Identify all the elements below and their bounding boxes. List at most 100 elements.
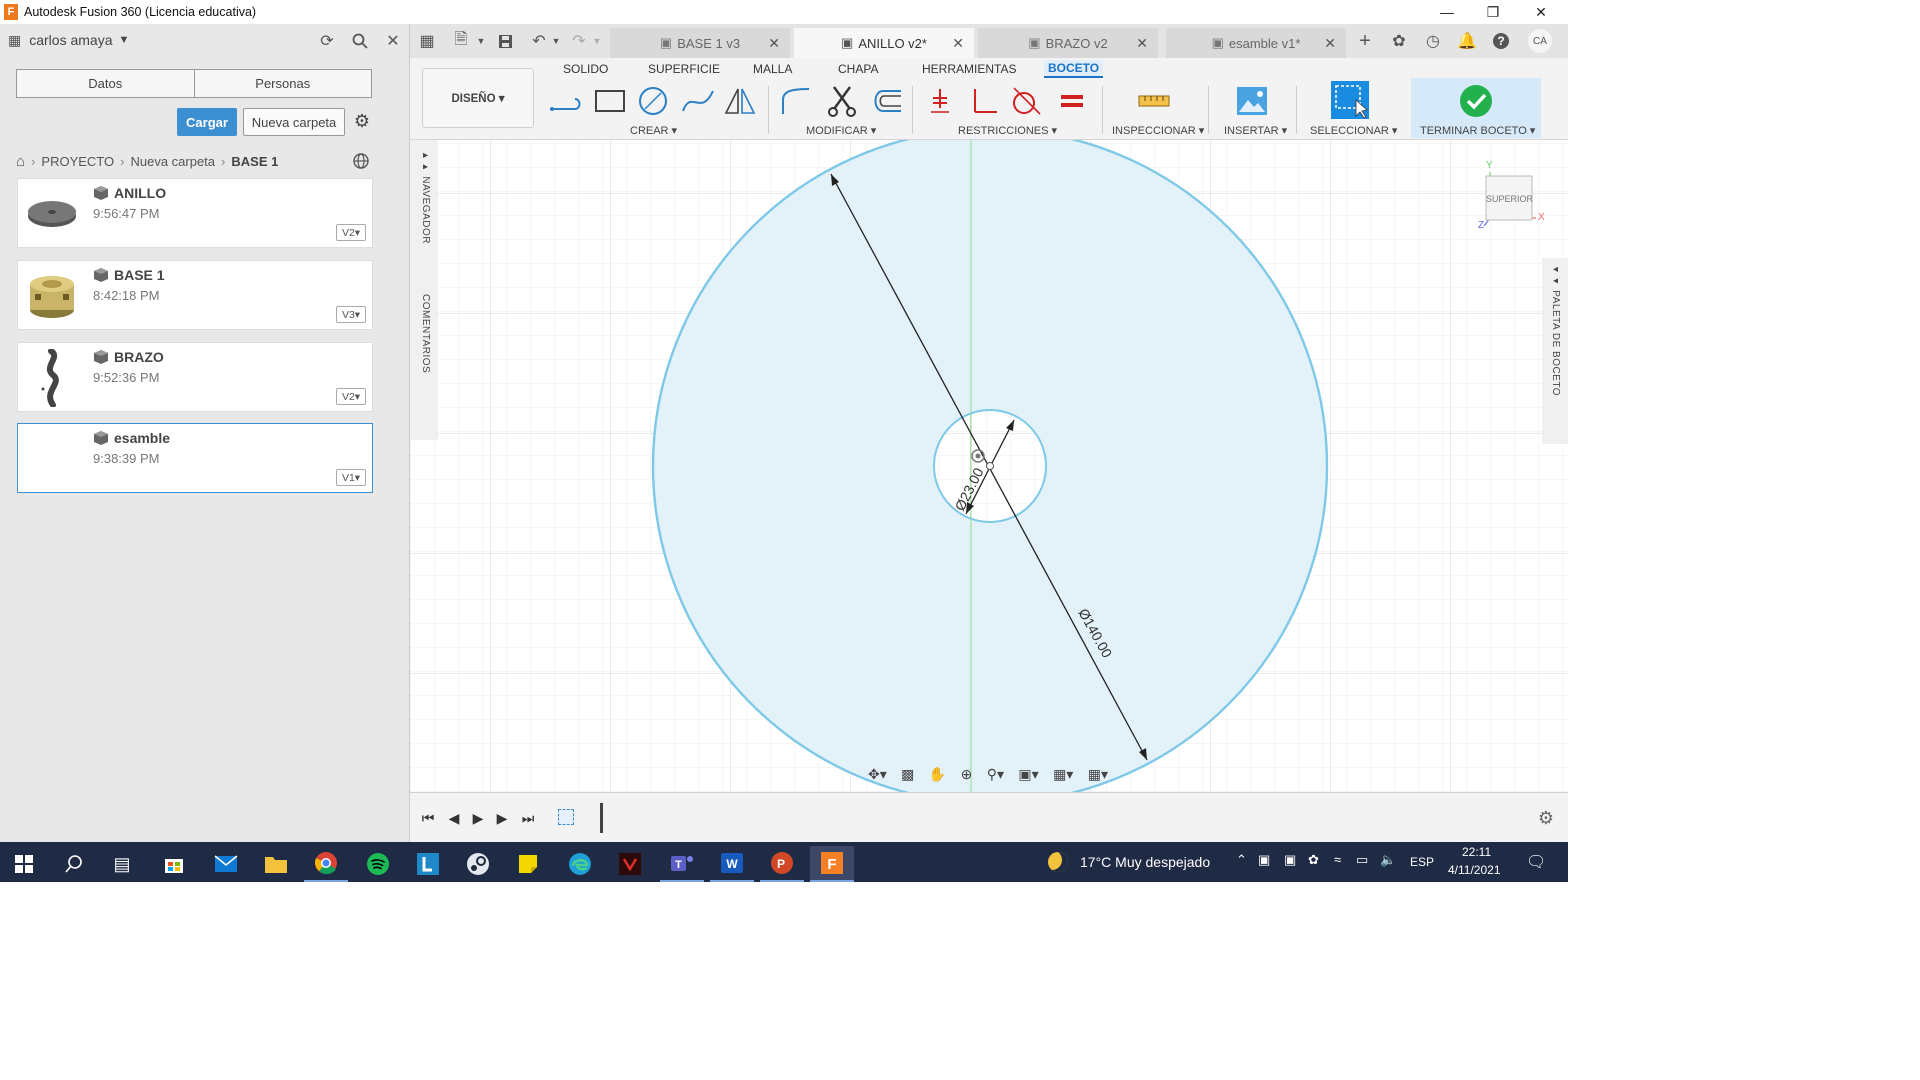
browser-toggle[interactable]: ▸▸ NAVEGADOR [420,150,431,244]
look-at-icon[interactable]: ▩ [901,766,914,783]
select-tool-icon[interactable] [1330,80,1370,120]
view-cube[interactable]: SUPERIOR X Y Z [1476,160,1548,231]
tab-esamble[interactable]: ▣ esamble v1* ✕ [1166,28,1346,58]
close-tab-icon[interactable]: ✕ [768,35,780,52]
step-back-icon[interactable]: ◀ [444,808,464,828]
pan-icon[interactable]: ✋ [929,766,946,783]
sticky-notes-icon[interactable] [506,846,550,882]
new-tab-icon[interactable]: + [1354,30,1376,52]
offset-tool-icon[interactable] [868,84,904,118]
tray-chevron-icon[interactable]: ⌃ [1236,852,1247,868]
file-card-base1[interactable]: BASE 1 8:42:18 PM V3▾ [17,260,373,330]
sketch-viewport[interactable]: Ø140.00 Ø23.00 [410,140,1568,792]
insert-group-label[interactable]: INSERTAR ▾ [1224,124,1287,137]
modify-group-label[interactable]: MODIFICAR ▾ [806,124,876,137]
line-tool-icon[interactable] [548,84,584,118]
tab-solido[interactable]: SOLIDO [559,60,612,78]
finish-sketch-icon[interactable] [1458,84,1494,118]
sketch-palette-toggle[interactable]: ◂◂ PALETA DE BOCETO [1550,264,1561,396]
windows-start-icon[interactable] [2,846,46,882]
file-menu-icon[interactable]: 🗎 [450,30,472,52]
spotify-icon[interactable] [356,846,400,882]
adobe-app-icon[interactable] [608,846,652,882]
tab-malla[interactable]: MALLA [749,60,796,78]
version-dropdown[interactable]: V2▾ [336,388,366,405]
user-name[interactable]: carlos amaya [29,32,112,48]
teams-icon[interactable]: T [660,846,704,882]
fusion-360-taskbar-icon[interactable]: F [810,846,854,882]
spline-tool-icon[interactable] [680,84,716,118]
chevron-down-icon[interactable]: ▼ [470,30,492,52]
close-window-button[interactable]: ✕ [1518,0,1564,24]
measure-tool-icon[interactable] [1136,84,1172,118]
rectangle-tool-icon[interactable] [592,84,628,118]
create-group-label[interactable]: CREAR ▾ [630,124,677,137]
search-icon[interactable] [349,30,371,52]
version-dropdown[interactable]: V2▾ [336,224,366,241]
view-cube-face-label[interactable]: SUPERIOR [1486,194,1533,204]
job-status-icon[interactable]: ◷ [1422,30,1444,52]
close-tab-icon[interactable]: ✕ [1324,35,1336,52]
step-forward-icon[interactable]: ▶ [492,808,512,828]
grid-menu-icon[interactable]: ▦ [416,30,438,52]
file-card-anillo[interactable]: ANILLO 9:56:47 PM V2▾ [17,178,373,248]
display-settings-icon[interactable]: ▣▾ [1018,766,1038,783]
select-group-label[interactable]: SELECCIONAR ▾ [1310,124,1397,137]
help-icon[interactable]: ? [1490,30,1512,52]
clock-time[interactable]: 22:11 [1462,845,1491,859]
file-explorer-icon[interactable] [254,846,298,882]
go-to-end-icon[interactable]: ⏭ [518,808,538,828]
constraints-group-label[interactable]: RESTRICCIONES ▾ [958,124,1057,137]
volume-icon[interactable]: 🔈 [1380,852,1396,868]
chevron-down-icon[interactable]: ▼ [119,34,130,46]
tab-personas[interactable]: Personas [195,70,372,97]
store-icon[interactable] [152,846,196,882]
search-icon[interactable] [52,846,96,882]
tangent-constraint-icon[interactable] [1008,84,1044,118]
gear-icon[interactable]: ⚙ [1536,808,1556,828]
globe-icon[interactable] [352,152,370,170]
fillet-tool-icon[interactable] [778,84,814,118]
timeline-marker[interactable] [600,803,603,833]
coincident-constraint-icon[interactable] [922,84,958,118]
notifications-icon[interactable]: 🔔 [1456,30,1478,52]
tray-teams-icon[interactable]: ✿ [1308,852,1319,868]
version-dropdown[interactable]: V3▾ [336,306,366,323]
tab-brazo[interactable]: ▣ BRAZO v2 ✕ [978,28,1158,58]
lenovo-vantage-icon[interactable] [406,846,450,882]
avatar[interactable]: CA [1528,29,1552,53]
restore-button[interactable]: ❐ [1470,0,1516,24]
zoom-icon[interactable]: ⊕ [961,766,973,783]
home-icon[interactable]: ⌂ [16,153,25,170]
orbit-icon[interactable]: ✥▾ [868,766,887,783]
tab-boceto[interactable]: BOCETO [1044,60,1104,78]
chrome-icon[interactable] [304,846,348,882]
task-view-icon[interactable]: ▤ [100,846,144,882]
refresh-icon[interactable]: ⟳ [316,30,338,52]
new-folder-button[interactable]: Nueva carpeta [243,108,345,136]
steam-icon[interactable] [456,846,500,882]
tab-anillo[interactable]: ▣ ANILLO v2* ✕ [794,28,974,58]
file-card-brazo[interactable]: BRAZO 9:52:36 PM V2▾ [17,342,373,412]
equal-constraint-icon[interactable] [1054,84,1090,118]
circle-tool-icon[interactable] [635,84,671,118]
clock-date[interactable]: 4/11/2021 [1448,863,1501,877]
extensions-icon[interactable]: ✿ [1388,30,1410,52]
tab-chapa[interactable]: CHAPA [834,60,882,78]
tab-datos[interactable]: Datos [17,70,195,97]
chevron-down-icon[interactable]: ▼ [586,30,608,52]
breadcrumb-item[interactable]: PROYECTO [41,154,114,169]
close-tab-icon[interactable]: ✕ [952,35,964,52]
powerpoint-icon[interactable]: P [760,846,804,882]
edge-icon[interactable] [558,846,602,882]
version-dropdown[interactable]: V1▾ [336,469,366,486]
word-icon[interactable]: W [710,846,754,882]
language-indicator[interactable]: ESP [1410,855,1434,869]
tray-app-icon[interactable]: ▣ [1258,852,1270,868]
save-icon[interactable] [494,30,516,52]
workspace-switcher[interactable]: DISEÑO ▾ [422,68,534,128]
trim-tool-icon[interactable] [824,84,860,118]
tray-meet-icon[interactable]: ▣ [1284,852,1296,868]
weather-icon[interactable] [1048,852,1068,872]
weather-text[interactable]: 17°C Muy despejado [1080,854,1210,870]
